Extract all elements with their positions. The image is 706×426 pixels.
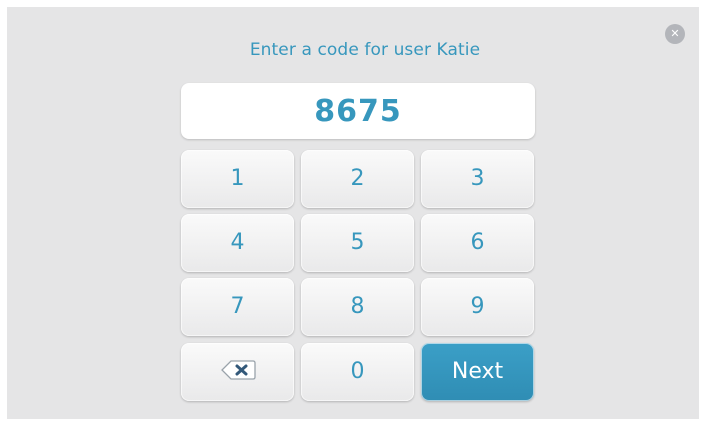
- key-2[interactable]: 2: [301, 150, 414, 208]
- close-icon: ✕: [670, 27, 680, 40]
- next-button[interactable]: Next: [421, 343, 534, 401]
- close-button[interactable]: ✕: [665, 24, 685, 44]
- key-0[interactable]: 0: [301, 343, 414, 401]
- backspace-icon: [220, 360, 256, 380]
- backspace-button[interactable]: [181, 343, 294, 401]
- prompt-text: Enter a code for user Katie: [249, 40, 481, 60]
- key-6[interactable]: 6: [421, 214, 534, 272]
- key-7[interactable]: 7: [181, 278, 294, 336]
- key-5[interactable]: 5: [301, 214, 414, 272]
- key-1[interactable]: 1: [181, 150, 294, 208]
- key-9[interactable]: 9: [421, 278, 534, 336]
- key-4[interactable]: 4: [181, 214, 294, 272]
- key-8[interactable]: 8: [301, 278, 414, 336]
- key-3[interactable]: 3: [421, 150, 534, 208]
- code-display: 8675: [181, 83, 535, 139]
- keypad-screen: Enter a code for user Katie ✕ 8675 1 2 3…: [7, 7, 699, 419]
